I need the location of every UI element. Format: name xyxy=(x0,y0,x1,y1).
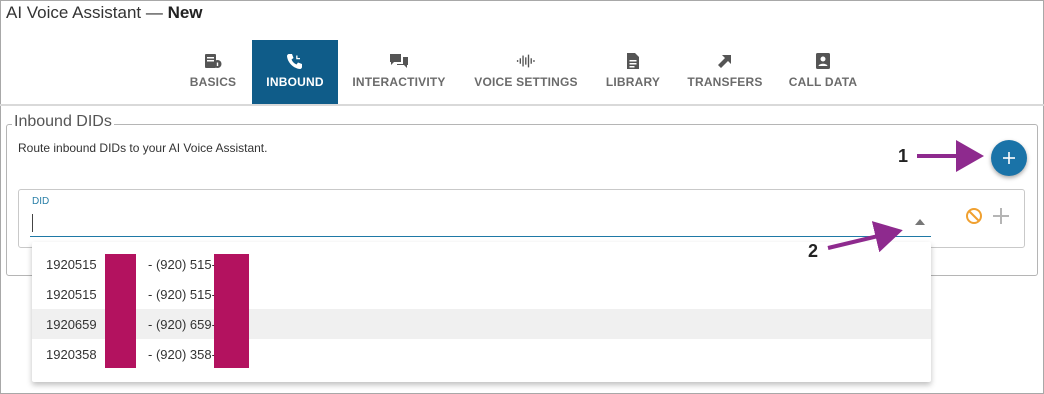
callout-arrows xyxy=(827,140,984,253)
callout-arrow-2 xyxy=(827,221,903,253)
callout-label-2: 2 xyxy=(808,241,819,261)
callout-label-1: 1 xyxy=(898,146,909,166)
